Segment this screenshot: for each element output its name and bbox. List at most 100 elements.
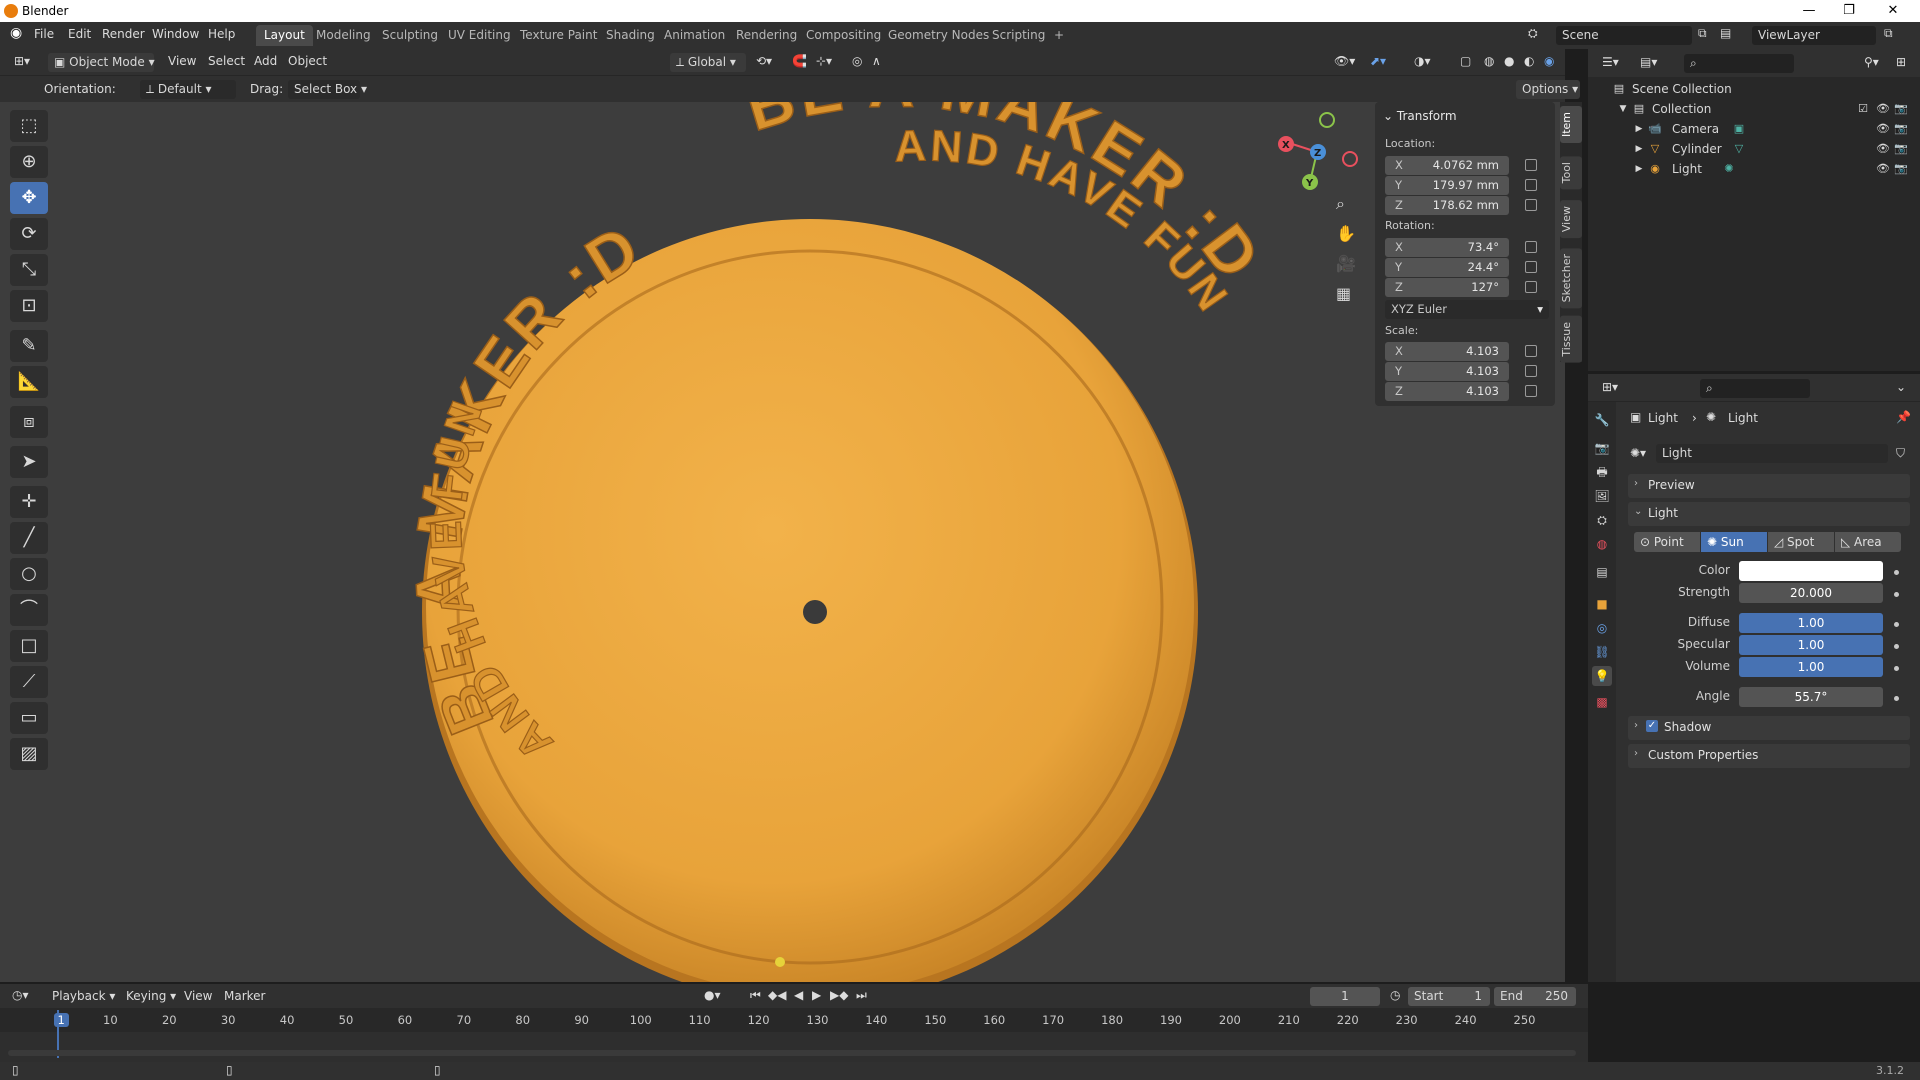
timeline-menu-keying[interactable]: Keying ▾: [126, 989, 176, 1003]
solid-shading-icon[interactable]: ●: [1504, 54, 1514, 68]
shadow-checkbox[interactable]: ✓: [1646, 720, 1658, 732]
scale-z-field[interactable]: Z 4.103: [1385, 382, 1509, 401]
outliner-search-input[interactable]: ⌕: [1684, 54, 1794, 73]
snap-target-icon[interactable]: ⊹▾: [816, 54, 832, 68]
camera-view-icon[interactable]: 🎥: [1336, 254, 1356, 273]
properties-search-input[interactable]: ⌕: [1700, 379, 1810, 398]
location-y-field[interactable]: Y 179.97 mm: [1385, 176, 1509, 195]
expand-arrow-icon[interactable]: ▼: [1616, 102, 1630, 116]
texture-properties-icon[interactable]: ▩: [1592, 692, 1612, 712]
tab-tissue[interactable]: Tissue: [1560, 316, 1582, 363]
new-collection-icon[interactable]: ⊞: [1896, 55, 1906, 69]
timeline-menu-playback[interactable]: Playback ▾: [52, 989, 115, 1003]
transform-tool-icon[interactable]: ⊡: [10, 290, 48, 322]
outliner-row-collection[interactable]: ▼ ▤ Collection ☑ 👁 📷: [1588, 99, 1920, 119]
lock-icon[interactable]: [1525, 281, 1537, 293]
add-cube-tool-icon[interactable]: ⧈: [10, 406, 48, 438]
jump-start-icon[interactable]: ⏮: [750, 988, 761, 1003]
scene-copy-icon[interactable]: ⧉: [1698, 26, 1707, 41]
eye-icon[interactable]: 👁: [1876, 102, 1890, 116]
jump-end-icon[interactable]: ⏭: [856, 988, 867, 1003]
tab-compositing[interactable]: Compositing: [798, 25, 889, 46]
tab-item[interactable]: Item: [1560, 106, 1582, 144]
viewlayer-selector[interactable]: ViewLayer: [1752, 26, 1876, 45]
measure-tool-icon[interactable]: 📐: [10, 366, 48, 398]
prev-keyframe-icon[interactable]: ◆◀: [768, 988, 786, 1002]
light-type-point[interactable]: ⊙ Point: [1634, 532, 1700, 552]
scale-x-field[interactable]: X 4.103: [1385, 342, 1509, 361]
viewlayer-icon[interactable]: ▤: [1720, 26, 1731, 40]
material-shading-icon[interactable]: ◐: [1524, 54, 1534, 68]
orientation-dropdown[interactable]: ⟂ Default ▾: [140, 80, 236, 99]
frame-tool-icon[interactable]: ▭: [10, 702, 48, 734]
tab-texture-paint[interactable]: Texture Paint: [512, 25, 605, 46]
proportional-edit-icon[interactable]: ◎: [852, 54, 862, 68]
outliner-editor-icon[interactable]: ☰▾: [1602, 55, 1619, 69]
tab-rendering[interactable]: Rendering: [728, 25, 805, 46]
cursor-tool-icon[interactable]: ⊕: [10, 146, 48, 178]
timeline-editor-icon[interactable]: ◷▾: [12, 988, 29, 1002]
scale-tool-icon[interactable]: ⤡: [10, 254, 48, 286]
end-frame-field[interactable]: End 250: [1494, 987, 1576, 1006]
light-color-swatch[interactable]: [1739, 561, 1883, 581]
tab-modeling[interactable]: Modeling: [308, 25, 379, 46]
rotation-y-field[interactable]: Y 24.4°: [1385, 258, 1509, 277]
filter-icon[interactable]: ⚲▾: [1864, 55, 1879, 69]
outliner-row-scene-collection[interactable]: ▤ Scene Collection: [1588, 79, 1920, 99]
curve-tool-icon[interactable]: ⌒: [10, 594, 48, 626]
tab-animation[interactable]: Animation: [656, 25, 733, 46]
location-z-field[interactable]: Z 178.62 mm: [1385, 196, 1509, 215]
falloff-icon[interactable]: ∧: [872, 54, 881, 68]
viewport-menu-view[interactable]: View: [168, 54, 196, 68]
camera-data-icon[interactable]: ▣: [1732, 122, 1746, 136]
output-properties-icon[interactable]: 🖶: [1592, 462, 1612, 482]
menu-render[interactable]: Render: [102, 27, 145, 41]
properties-editor-icon[interactable]: ⊞▾: [1602, 380, 1618, 394]
navigation-gizmo[interactable]: X Z Y: [1278, 112, 1358, 190]
eye-icon[interactable]: 👁: [1876, 122, 1890, 136]
start-frame-field[interactable]: Start 1: [1408, 987, 1490, 1006]
chevron-down-icon[interactable]: ⌄: [1896, 380, 1906, 394]
current-frame-field[interactable]: 1: [1310, 987, 1380, 1006]
gizmo-x-neg[interactable]: [1342, 151, 1358, 167]
outliner-row-light[interactable]: ▶ ◉ Light ✺ 👁 📷: [1588, 159, 1920, 179]
keyframe-dot-icon[interactable]: [1894, 622, 1899, 627]
overlay-toggle-icon[interactable]: ◑▾: [1414, 54, 1431, 68]
menu-help[interactable]: Help: [208, 27, 235, 41]
keyframe-dot-icon[interactable]: [1894, 570, 1899, 575]
menu-file[interactable]: File: [34, 27, 54, 41]
light-data-tab-icon[interactable]: 💡: [1592, 666, 1612, 686]
tab-tool[interactable]: Tool: [1560, 156, 1582, 190]
close-button[interactable]: ✕: [1870, 0, 1916, 22]
viewport-menu-add[interactable]: Add: [254, 54, 277, 68]
gizmo-toggle-icon[interactable]: ⬈▾: [1370, 54, 1386, 68]
preview-panel-header[interactable]: › Preview: [1628, 474, 1910, 498]
menu-edit[interactable]: Edit: [68, 27, 91, 41]
annotate-tool-icon[interactable]: ✎: [10, 330, 48, 362]
scene-properties-icon[interactable]: ⛭: [1592, 510, 1612, 530]
timeline-menu-view[interactable]: View: [184, 989, 212, 1003]
mode-dropdown[interactable]: ▣ Object Mode ▾: [48, 53, 155, 72]
add-point-tool-icon[interactable]: ✛: [10, 486, 48, 518]
pan-hand-icon[interactable]: ✋: [1336, 224, 1356, 243]
light-datablock-field[interactable]: Light: [1656, 444, 1888, 463]
blender-menu-icon[interactable]: ◉: [10, 25, 22, 41]
rectangle-tool-icon[interactable]: □: [10, 630, 48, 662]
rotate-tool-icon[interactable]: ⟳: [10, 218, 48, 250]
scene-selector[interactable]: Scene: [1556, 26, 1692, 45]
light-type-area[interactable]: ◺ Area: [1835, 532, 1901, 552]
display-mode-icon[interactable]: ▤▾: [1640, 55, 1657, 69]
line-tool-icon[interactable]: ╱: [10, 522, 48, 554]
timeline-scrollbar[interactable]: [8, 1050, 1576, 1056]
tab-sculpting[interactable]: Sculpting: [374, 25, 446, 46]
select-box-tool-icon[interactable]: ⬚: [10, 110, 48, 142]
visibility-icon[interactable]: 👁▾: [1334, 54, 1355, 68]
editor-type-icon[interactable]: ⊞▾: [14, 54, 30, 68]
camera-render-icon[interactable]: 📷: [1894, 122, 1908, 136]
viewlayer-copy-icon[interactable]: ⧉: [1884, 26, 1893, 41]
light-type-sun[interactable]: ✺ Sun: [1701, 532, 1767, 552]
location-x-field[interactable]: X 4.0762 mm: [1385, 156, 1509, 175]
add-workspace-button[interactable]: +: [1046, 25, 1072, 46]
object-properties-icon[interactable]: ■: [1592, 594, 1612, 614]
light-data-icon[interactable]: ✺: [1722, 162, 1736, 176]
